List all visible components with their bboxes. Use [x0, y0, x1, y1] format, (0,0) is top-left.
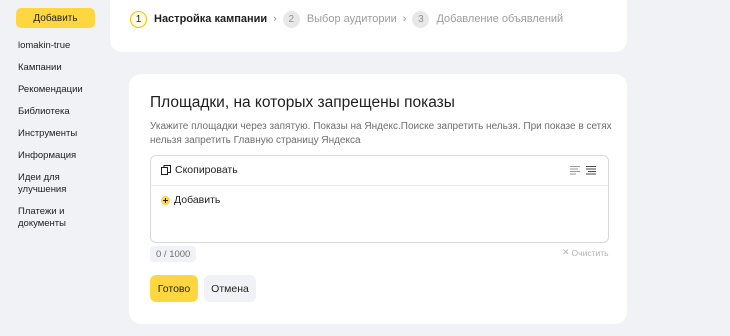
sidebar-item-account[interactable]: lomakin-true — [18, 40, 103, 52]
sidebar-item-information[interactable]: Информация — [18, 150, 103, 162]
clear-button[interactable]: ✕ Очистить — [562, 247, 609, 258]
section-title: Площадки, на которых запрещены показы — [150, 94, 455, 111]
copy-button[interactable]: Скопировать — [161, 164, 238, 176]
sidebar-nav: lomakin-true Кампании Рекомендации Библи… — [18, 40, 103, 230]
stepper-card: 1 Настройка кампании › 2 Выбор аудитории… — [110, 0, 627, 52]
done-button[interactable]: Готово — [150, 275, 198, 302]
add-button[interactable]: Добавить — [16, 8, 95, 28]
step-label: Добавление объявлений — [436, 13, 564, 25]
cancel-button[interactable]: Отмена — [204, 275, 256, 302]
step-number: 1 — [130, 10, 147, 28]
sidebar-item-library[interactable]: Библиотека — [18, 106, 103, 118]
step-number: 2 — [282, 10, 300, 28]
placements-editor[interactable]: Скопировать Добавить — [150, 155, 609, 243]
sidebar-item-tools[interactable]: Инструменты — [18, 128, 103, 140]
sidebar: Добавить lomakin-true Кампании Рекоменда… — [0, 0, 110, 336]
sidebar-item-ideas[interactable]: Идеи для улучшения — [18, 172, 78, 196]
editor-toolbar: Скопировать — [151, 156, 608, 186]
text-view-icon[interactable] — [586, 165, 596, 175]
copy-icon — [161, 165, 171, 175]
close-icon: ✕ — [562, 247, 570, 257]
clear-label: Очистить — [571, 247, 609, 258]
step-label: Выбор аудитории — [306, 13, 397, 25]
step-audience[interactable]: 2 Выбор аудитории — [282, 10, 397, 28]
list-view-icon[interactable] — [570, 165, 580, 175]
plus-circle-icon — [161, 195, 170, 205]
step-ads[interactable]: 3 Добавление объявлений — [412, 10, 564, 28]
section-description: Укажите площадки через запятую. Показы н… — [150, 121, 612, 146]
character-counter: 0 / 1000 — [150, 246, 197, 262]
add-placement-label: Добавить — [174, 194, 221, 206]
step-label: Настройка кампании — [154, 13, 268, 25]
step-number: 3 — [412, 10, 430, 28]
sidebar-item-recommendations[interactable]: Рекомендации — [18, 84, 103, 96]
chevron-right-icon: › — [402, 13, 407, 25]
add-placement-button[interactable]: Добавить — [161, 194, 220, 206]
sidebar-item-campaigns[interactable]: Кампании — [18, 62, 103, 74]
chevron-right-icon: › — [273, 13, 277, 25]
stepper: 1 Настройка кампании › 2 Выбор аудитории… — [130, 10, 563, 28]
blocked-placements-card: Площадки, на которых запрещены показы Ук… — [129, 74, 627, 324]
sidebar-item-payments[interactable]: Платежи и документы — [18, 206, 78, 230]
step-campaign-settings[interactable]: 1 Настройка кампании — [130, 10, 268, 28]
copy-label: Скопировать — [175, 164, 238, 176]
